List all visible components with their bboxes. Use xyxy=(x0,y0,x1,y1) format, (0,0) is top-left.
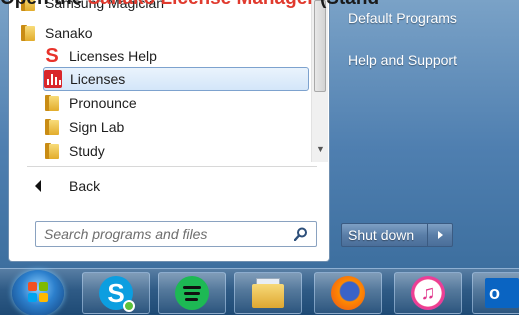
caption-text: Open the xyxy=(0,0,88,9)
right-item-help-and-support[interactable]: Help and Support xyxy=(342,48,516,72)
program-list: Samsung Magician Sanako S Licenses Help … xyxy=(9,0,311,162)
taskbar-itunes[interactable]: ♫ xyxy=(394,272,462,314)
program-item-sign-lab[interactable]: Sign Lab xyxy=(43,115,309,139)
taskbar-skype[interactable]: S xyxy=(82,272,150,314)
program-item-licenses-help[interactable]: S Licenses Help xyxy=(43,44,309,68)
start-button[interactable] xyxy=(12,270,64,315)
start-menu-left-pane: Samsung Magician Sanako S Licenses Help … xyxy=(8,0,330,262)
licenses-app-icon xyxy=(44,70,62,88)
program-item-label: Licenses xyxy=(70,71,126,87)
instruction-caption: Open the Sanako License Manager (Stand xyxy=(0,0,519,10)
program-item-label: Sanako xyxy=(45,25,93,41)
program-item-licenses[interactable]: Licenses xyxy=(43,67,309,91)
screen: Samsung Magician Sanako S Licenses Help … xyxy=(0,0,519,315)
skype-icon: S xyxy=(99,276,135,312)
back-button[interactable]: Back xyxy=(35,175,100,197)
program-item-study[interactable]: Study xyxy=(43,139,309,163)
back-arrow-icon xyxy=(35,180,41,192)
folder-icon xyxy=(43,94,61,112)
caption-highlight: Sanako License Manager xyxy=(88,0,315,9)
start-menu-right-pane: Default Programs Help and Support Shut d… xyxy=(336,0,519,268)
shutdown-label: Shut down xyxy=(348,227,415,243)
shutdown-button-group: Shut down xyxy=(341,223,453,247)
program-item-label: Pronounce xyxy=(69,95,137,111)
right-item-label: Help and Support xyxy=(348,52,457,68)
program-item-label: Licenses Help xyxy=(69,48,157,64)
spotify-icon xyxy=(175,276,209,310)
start-menu: Samsung Magician Sanako S Licenses Help … xyxy=(0,0,519,268)
right-item-label: Default Programs xyxy=(348,10,457,26)
divider xyxy=(27,166,317,167)
shutdown-options-button[interactable] xyxy=(428,224,452,246)
itunes-icon: ♫ xyxy=(411,276,445,310)
folder-icon xyxy=(19,24,37,42)
search-input[interactable] xyxy=(36,222,286,246)
sanako-s-logo-icon: S xyxy=(45,45,59,67)
taskbar-spotify[interactable] xyxy=(158,272,226,314)
program-item-label: Study xyxy=(69,143,105,159)
caption-text: (Stand xyxy=(315,0,379,9)
folder-explorer-icon xyxy=(252,278,284,308)
taskbar-firefox[interactable] xyxy=(314,272,382,314)
program-item-label: Sign Lab xyxy=(69,119,125,135)
scrollbar-thumb[interactable] xyxy=(314,0,326,92)
search-icon[interactable] xyxy=(294,227,308,241)
taskbar-windows-explorer[interactable] xyxy=(234,272,302,314)
scroll-down-arrow-icon[interactable]: ▼ xyxy=(316,144,325,154)
outlook-icon: o xyxy=(485,278,519,308)
program-item-sanako[interactable]: Sanako xyxy=(19,21,309,45)
program-list-scrollbar[interactable]: ▼ xyxy=(311,0,328,162)
back-label: Back xyxy=(69,178,101,194)
taskbar-outlook[interactable]: o xyxy=(472,272,519,314)
program-item-pronounce[interactable]: Pronounce xyxy=(43,91,309,115)
firefox-icon xyxy=(331,276,365,310)
folder-icon xyxy=(43,142,61,160)
chevron-right-icon xyxy=(437,231,443,239)
taskbar: S ♫ o xyxy=(0,268,519,315)
search-box[interactable] xyxy=(35,221,317,247)
shutdown-button[interactable]: Shut down xyxy=(342,224,428,246)
folder-icon xyxy=(43,118,61,136)
windows-logo-icon xyxy=(28,282,48,302)
